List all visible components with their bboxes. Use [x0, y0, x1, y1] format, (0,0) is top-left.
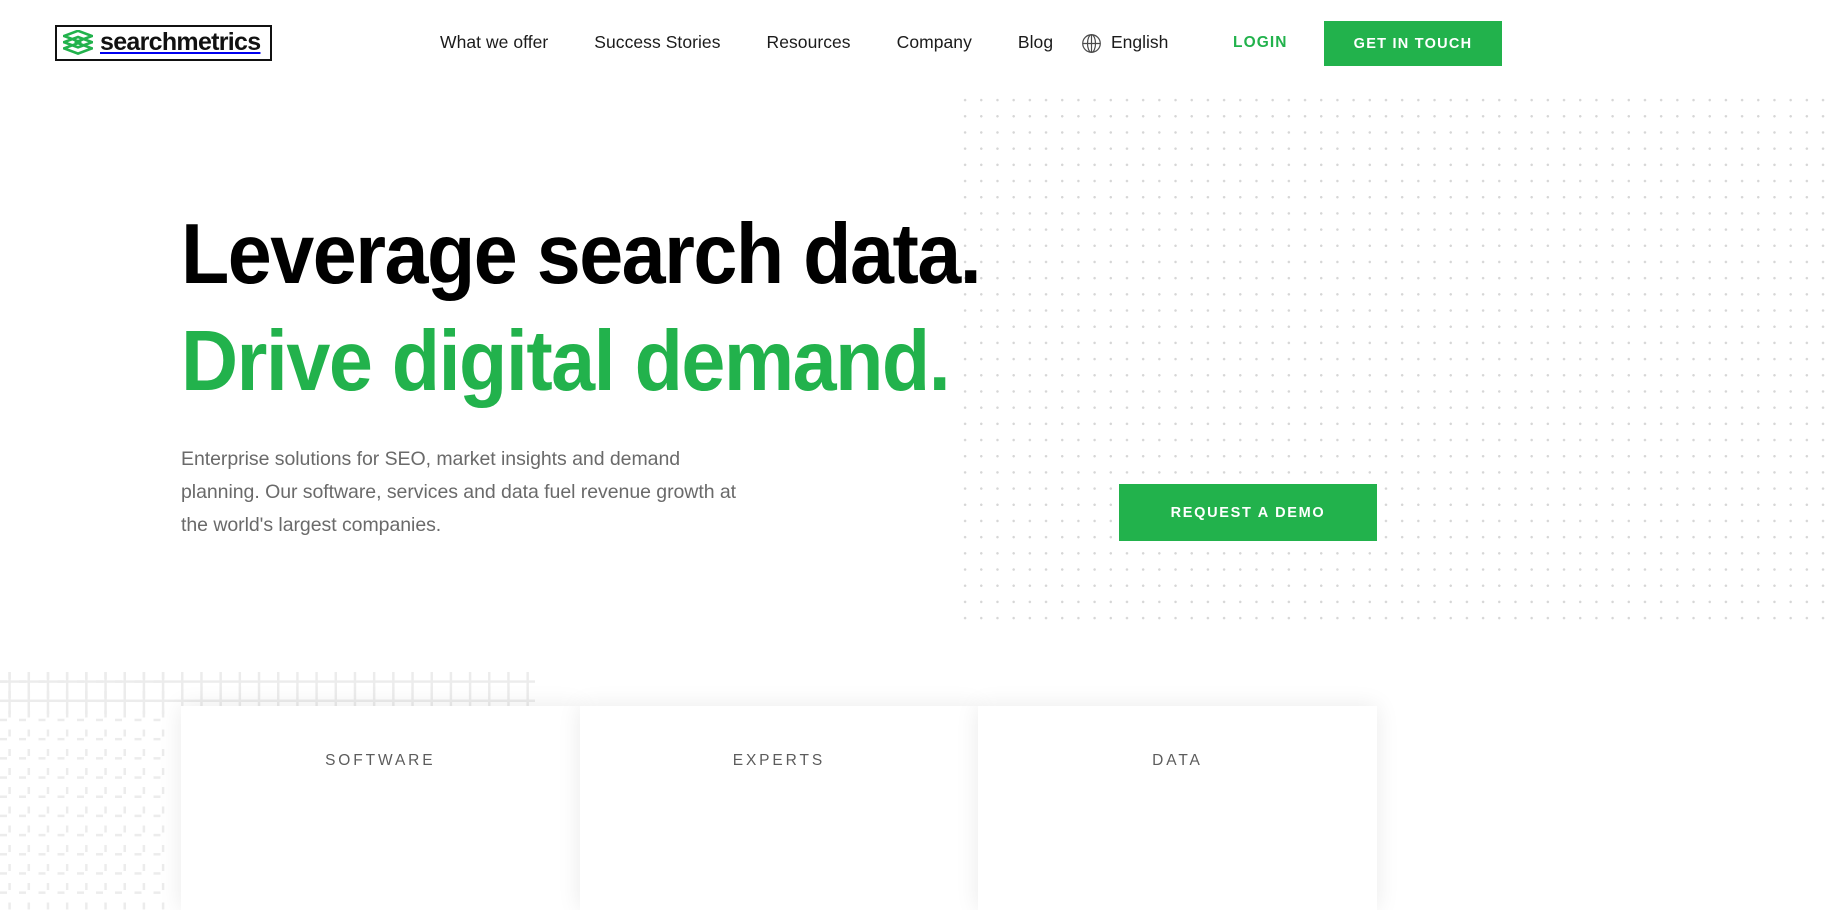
hero-subtitle: Enterprise solutions for SEO, market ins…: [181, 448, 737, 536]
brand-logo[interactable]: searchmetrics: [55, 25, 273, 61]
feature-card-software[interactable]: SOFTWARE: [181, 706, 580, 910]
layered-chevron-icon: [63, 30, 93, 55]
nav-item-what-we-offer[interactable]: What we offer: [440, 34, 548, 52]
request-a-demo-button[interactable]: REQUEST A DEMO: [1119, 484, 1377, 541]
feature-card-label: EXPERTS: [732, 752, 826, 769]
feature-card-experts[interactable]: EXPERTS: [579, 706, 979, 910]
nav-item-success-stories[interactable]: Success Stories: [594, 34, 720, 52]
nav-item-resources[interactable]: Resources: [767, 34, 851, 52]
feature-card-row: SOFTWARE EXPERTS DATA: [181, 706, 1377, 910]
main-nav: What we offer Success Stories Resources …: [440, 0, 1053, 86]
language-selector[interactable]: English: [1081, 0, 1168, 86]
login-link[interactable]: LOGIN: [1233, 0, 1288, 86]
feature-card-label: DATA: [1152, 752, 1203, 769]
feature-card-label: SOFTWARE: [325, 752, 436, 769]
globe-icon: [1082, 33, 1101, 53]
nav-item-blog[interactable]: Blog: [1018, 34, 1053, 52]
hero-section: Leverage search data. Drive digital dema…: [0, 86, 1835, 656]
landing-page: searchmetrics What we offer Success Stor…: [0, 0, 1835, 910]
plus-grid-pattern: [0, 672, 170, 910]
hero-heading-line-2: Drive digital demand.: [181, 314, 951, 410]
hero-heading: Leverage search data. Drive digital dema…: [181, 201, 1181, 415]
hero-heading-line-1: Leverage search data.: [181, 207, 982, 302]
language-label: English: [1111, 32, 1169, 53]
feature-card-data[interactable]: DATA: [978, 706, 1377, 910]
nav-item-company[interactable]: Company: [897, 34, 972, 52]
site-header: searchmetrics What we offer Success Stor…: [0, 0, 1835, 86]
get-in-touch-button[interactable]: GET IN TOUCH: [1324, 21, 1502, 66]
brand-name: searchmetrics: [100, 27, 261, 56]
